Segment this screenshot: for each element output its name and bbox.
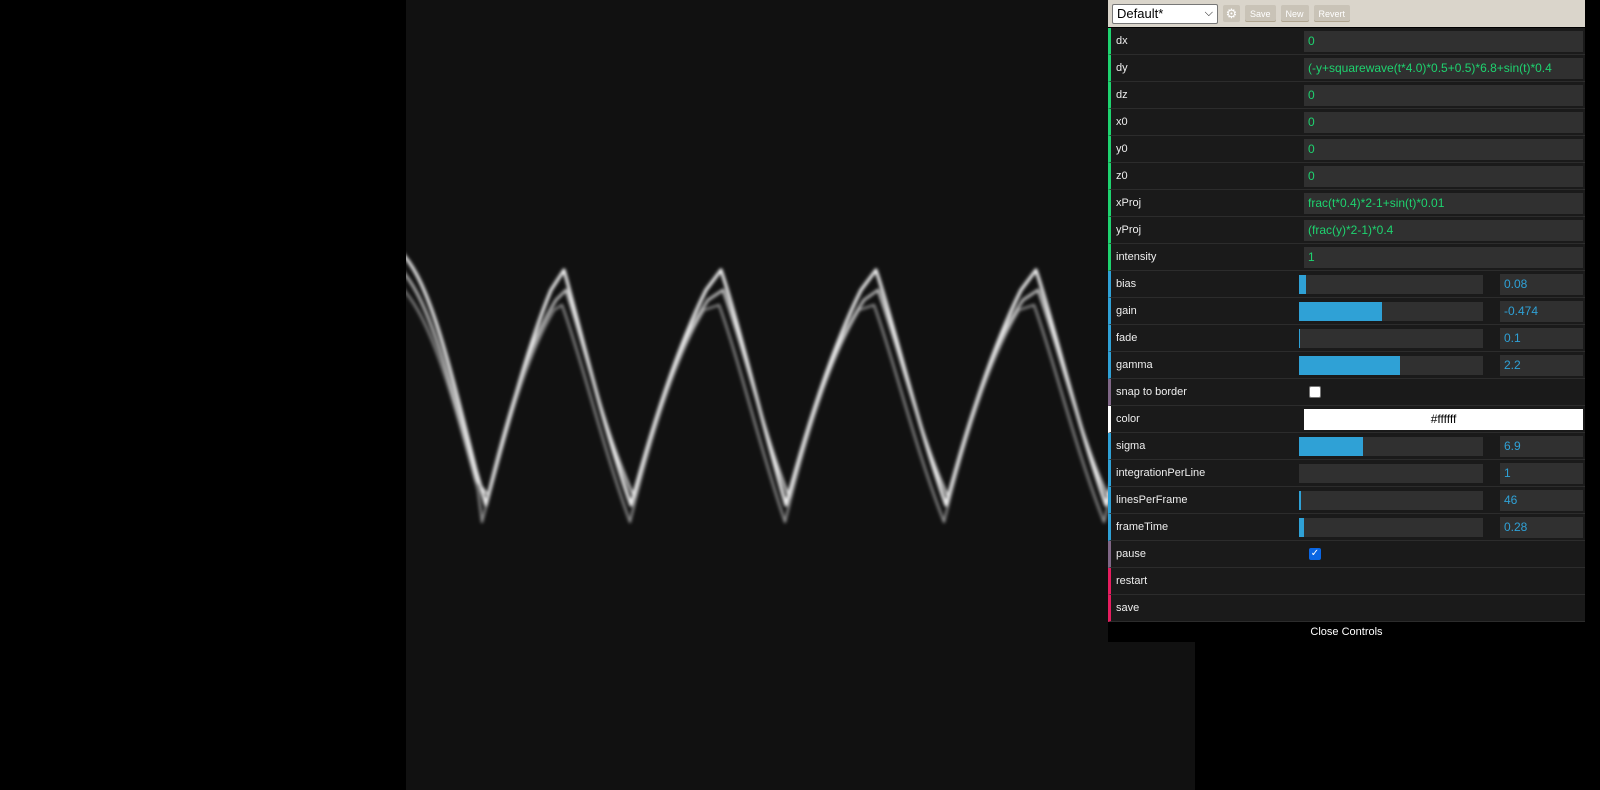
slider-fill [1299, 328, 1300, 348]
control-label: fade [1116, 332, 1138, 344]
trace-line-3 [406, 290, 1195, 524]
control-lines-per-frame: linesPerFrame 46 [1108, 487, 1585, 514]
control-pause: pause ✓ [1108, 541, 1585, 568]
control-y0: y0 0 [1108, 136, 1585, 163]
save-preset-button[interactable]: Save [1245, 5, 1276, 22]
control-label: color [1116, 413, 1140, 425]
chevron-down-icon: ⌵ [1204, 7, 1213, 19]
fade-input[interactable]: 0.1 [1500, 327, 1583, 349]
lines-per-frame-input[interactable]: 46 [1500, 489, 1583, 511]
control-intensity: intensity 1 [1108, 244, 1585, 271]
control-label: gain [1116, 305, 1137, 317]
control-yproj: yProj (frac(y)*2-1)*0.4 [1108, 217, 1585, 244]
preset-select[interactable]: Default* ⌵ [1112, 3, 1218, 24]
revert-preset-button[interactable]: Revert [1313, 5, 1351, 22]
control-label: snap to border [1116, 386, 1187, 398]
control-sigma: sigma 6.9 [1108, 433, 1585, 460]
control-label: bias [1116, 278, 1137, 290]
slider-fill [1299, 517, 1304, 537]
control-frame-time: frameTime 0.28 [1108, 514, 1585, 541]
preset-toolbar: Default* ⌵ ⚙ Save New Revert [1108, 0, 1585, 28]
dz-input[interactable]: 0 [1304, 84, 1583, 106]
control-dz: dz 0 [1108, 82, 1585, 109]
restart-button[interactable]: restart [1108, 568, 1585, 595]
bias-input[interactable]: 0.08 [1500, 273, 1583, 295]
control-label: xProj [1116, 197, 1142, 209]
control-dy: dy (-y+squarewave(t*4.0)*0.5+0.5)*6.8+si… [1108, 55, 1585, 82]
lines-per-frame-slider[interactable] [1299, 490, 1483, 510]
slider-fill [1299, 274, 1307, 294]
control-gain: gain -0.474 [1108, 298, 1585, 325]
gear-icon[interactable]: ⚙ [1223, 5, 1240, 22]
gamma-input[interactable]: 2.2 [1500, 354, 1583, 376]
control-bias: bias 0.08 [1108, 271, 1585, 298]
color-picker[interactable]: #ffffff [1304, 408, 1583, 430]
frame-time-input[interactable]: 0.28 [1500, 516, 1583, 538]
dx-input[interactable]: 0 [1304, 30, 1583, 52]
slider-fill [1299, 436, 1364, 456]
close-controls-button[interactable]: Close Controls [1108, 622, 1585, 642]
pause-checkbox[interactable]: ✓ [1309, 548, 1321, 560]
control-label: z0 [1116, 170, 1128, 182]
control-label: save [1116, 602, 1140, 614]
new-preset-button[interactable]: New [1280, 5, 1309, 22]
z0-input[interactable]: 0 [1304, 165, 1583, 187]
intensity-input[interactable]: 1 [1304, 246, 1583, 268]
control-label: gamma [1116, 359, 1153, 371]
control-x0: x0 0 [1108, 109, 1585, 136]
control-integration-per-line: integrationPerLine 1 [1108, 460, 1585, 487]
y0-input[interactable]: 0 [1304, 138, 1583, 160]
yproj-input[interactable]: (frac(y)*2-1)*0.4 [1304, 219, 1583, 241]
integration-per-line-slider[interactable] [1299, 463, 1483, 483]
control-snap-to-border: snap to border [1108, 379, 1585, 406]
control-xproj: xProj frac(t*0.4)*2-1+sin(t)*0.01 [1108, 190, 1585, 217]
frame-time-slider[interactable] [1299, 517, 1483, 537]
control-label: dy [1116, 62, 1128, 74]
control-z0: z0 0 [1108, 163, 1585, 190]
control-label: y0 [1116, 143, 1128, 155]
save-button[interactable]: save [1108, 595, 1585, 622]
bias-slider[interactable] [1299, 274, 1483, 294]
slider-fill [1299, 355, 1401, 375]
control-label: dz [1116, 89, 1128, 101]
waveform-render [406, 255, 1195, 524]
control-gamma: gamma 2.2 [1108, 352, 1585, 379]
x0-input[interactable]: 0 [1304, 111, 1583, 133]
gamma-slider[interactable] [1299, 355, 1483, 375]
slider-fill [1299, 301, 1382, 321]
gain-input[interactable]: -0.474 [1500, 300, 1583, 322]
control-label: yProj [1116, 224, 1142, 236]
slider-fill [1299, 490, 1302, 510]
control-label: sigma [1116, 440, 1146, 452]
control-label: frameTime [1116, 521, 1169, 533]
control-fade: fade 0.1 [1108, 325, 1585, 352]
preset-value: Default* [1117, 6, 1164, 21]
control-label: intensity [1116, 251, 1157, 263]
control-label: linesPerFrame [1116, 494, 1188, 506]
controls-panel: Default* ⌵ ⚙ Save New Revert dx 0 dy (-y… [1108, 0, 1585, 642]
snap-to-border-checkbox[interactable] [1309, 386, 1321, 398]
gain-slider[interactable] [1299, 301, 1483, 321]
control-label: restart [1116, 575, 1148, 587]
control-color: color #ffffff [1108, 406, 1585, 433]
render-canvas [406, 0, 1195, 790]
fade-slider[interactable] [1299, 328, 1483, 348]
control-label: integrationPerLine [1116, 467, 1206, 479]
xproj-input[interactable]: frac(t*0.4)*2-1+sin(t)*0.01 [1304, 192, 1583, 214]
dy-input[interactable]: (-y+squarewave(t*4.0)*0.5+0.5)*6.8+sin(t… [1304, 57, 1583, 79]
control-label: x0 [1116, 116, 1128, 128]
control-dx: dx 0 [1108, 28, 1585, 55]
sigma-slider[interactable] [1299, 436, 1483, 456]
sigma-input[interactable]: 6.9 [1500, 435, 1583, 457]
control-label: dx [1116, 35, 1128, 47]
integration-per-line-input[interactable]: 1 [1500, 462, 1583, 484]
control-label: pause [1116, 548, 1146, 560]
